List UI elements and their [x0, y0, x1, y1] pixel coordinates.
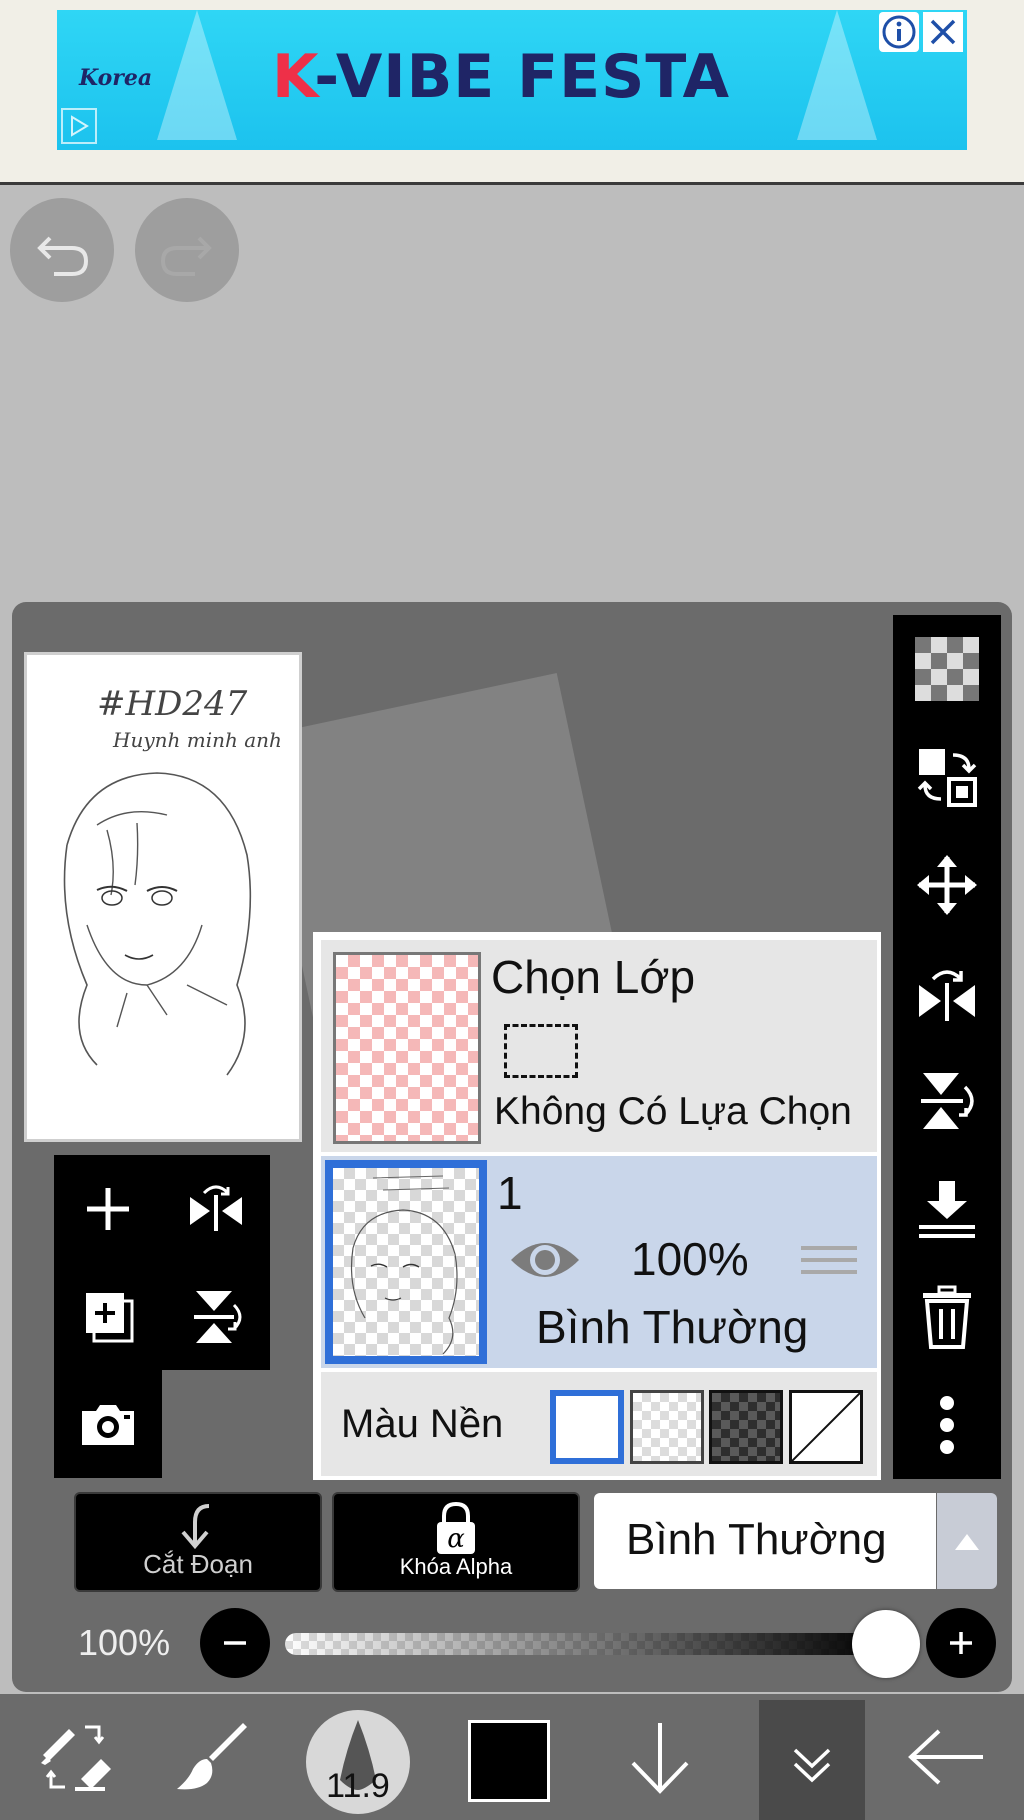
- plus-icon: [950, 1632, 972, 1654]
- alpha-lock-button[interactable]: α Khóa Alpha: [332, 1492, 580, 1592]
- selection-layer[interactable]: Chọn Lớp Không Có Lựa Chọn: [321, 940, 877, 1152]
- visibility-toggle[interactable]: [507, 1232, 583, 1288]
- merge-down-button[interactable]: [893, 1155, 1001, 1263]
- ad-logo: Korea: [79, 65, 153, 91]
- canvas-preview[interactable]: #HD247 Huynh minh anh: [24, 652, 302, 1142]
- redo-button[interactable]: [135, 198, 239, 302]
- lock-icon: α: [437, 1501, 475, 1554]
- undo-button[interactable]: [10, 198, 114, 302]
- add-layer-icon: [87, 1188, 129, 1230]
- background-white-option[interactable]: [550, 1390, 624, 1464]
- opacity-increase-button[interactable]: [926, 1608, 996, 1678]
- tool-switch-icon: [41, 1725, 111, 1791]
- ad-choices-icon[interactable]: [61, 108, 97, 144]
- clipping-button[interactable]: Cắt Đoạn: [74, 1492, 322, 1592]
- flip-vertical-icon: [194, 1291, 242, 1343]
- undo-icon: [37, 236, 89, 276]
- add-layer-copy-icon: [86, 1293, 134, 1343]
- eye-icon: [511, 1243, 579, 1277]
- ad-close-icon[interactable]: [923, 12, 963, 52]
- tool-switch-button[interactable]: [0, 1694, 150, 1820]
- blend-mode-dropdown-button[interactable]: [937, 1493, 997, 1589]
- layers-icon: [793, 1748, 831, 1783]
- ad-title: K-VIBE FESTA: [272, 42, 731, 112]
- trash-icon: [923, 1285, 971, 1349]
- flip-layer-horizontal-button[interactable]: [162, 1155, 270, 1263]
- background-none-option[interactable]: [789, 1390, 863, 1464]
- ad-light-beam: [797, 10, 877, 140]
- opacity-slider-thumb[interactable]: [852, 1610, 920, 1678]
- opacity-slider-track[interactable]: [285, 1633, 885, 1655]
- drag-handle-icon[interactable]: [801, 1246, 857, 1286]
- flip-vertical-icon: [921, 1073, 974, 1129]
- clipping-label: Cắt Đoạn: [143, 1549, 253, 1579]
- more-icon: [940, 1396, 954, 1454]
- background-transparent-option[interactable]: [630, 1390, 704, 1464]
- scroll-down-button[interactable]: [585, 1694, 735, 1820]
- layer-name: 1: [497, 1167, 523, 1219]
- blend-mode-select[interactable]: Bình Thường: [594, 1493, 936, 1589]
- redo-icon: [160, 236, 212, 276]
- sketch-drawing: #HD247 Huynh minh anh: [63, 684, 282, 1076]
- selection-layer-title: Chọn Lớp: [491, 951, 696, 1003]
- opacity-value: 100%: [78, 1622, 171, 1663]
- back-button[interactable]: [872, 1694, 1022, 1820]
- brush-tool-button[interactable]: [136, 1694, 286, 1820]
- minus-icon: [224, 1641, 246, 1645]
- layer-list: Chọn Lớp Không Có Lựa Chọn 1 100% Bình T…: [313, 932, 881, 1480]
- background-label: Màu Nền: [341, 1402, 504, 1446]
- import-photo-button[interactable]: [54, 1370, 162, 1478]
- layers-button[interactable]: [759, 1700, 865, 1820]
- checker-icon: [915, 637, 979, 701]
- right-toolbar: [893, 615, 1001, 1479]
- delete-layer-button[interactable]: [893, 1263, 1001, 1371]
- add-layer-button[interactable]: [54, 1155, 162, 1263]
- ad-info-icon[interactable]: [879, 12, 919, 52]
- background-color-row: Màu Nền: [321, 1372, 877, 1476]
- layer-item[interactable]: 1 100% Bình Thường: [321, 1156, 877, 1368]
- ad-banner[interactable]: Korea K-VIBE FESTA: [57, 10, 967, 150]
- svg-text:Huynh minh anh: Huynh minh anh: [112, 728, 282, 752]
- blend-mode-value: Bình Thường: [626, 1515, 887, 1564]
- selection-layer-thumbnail: [333, 952, 481, 1144]
- transfer-layer-button[interactable]: [893, 723, 1001, 831]
- flip-horizontal-button[interactable]: [893, 939, 1001, 1047]
- layer-tools: [54, 1155, 270, 1370]
- layer-thumbnail: [325, 1160, 487, 1364]
- back-arrow-icon: [908, 1729, 983, 1785]
- svg-text:#HD247: #HD247: [97, 684, 248, 724]
- svg-text:α: α: [447, 1524, 465, 1554]
- layer-tools-extra: [54, 1370, 162, 1478]
- brush-size-value: 11.9: [326, 1767, 390, 1805]
- down-arrow-icon: [631, 1723, 689, 1794]
- ad-area: Korea K-VIBE FESTA: [0, 0, 1024, 185]
- move-icon: [917, 855, 977, 915]
- opacity-decrease-button[interactable]: [200, 1608, 270, 1678]
- camera-icon: [82, 1405, 134, 1445]
- brush-size-button[interactable]: 11.9: [306, 1710, 410, 1814]
- transfer-icon: [917, 749, 977, 807]
- selection-status: Không Có Lựa Chọn: [494, 1090, 852, 1133]
- color-swatch[interactable]: [468, 1720, 550, 1802]
- layer-blend-mode: Bình Thường: [536, 1301, 809, 1353]
- more-options-button[interactable]: [893, 1371, 1001, 1479]
- new-transparent-layer-button[interactable]: [893, 615, 1001, 723]
- selection-marquee-icon: [504, 1024, 578, 1078]
- move-layer-button[interactable]: [893, 831, 1001, 939]
- layer-opacity: 100%: [631, 1233, 749, 1285]
- flip-layer-vertical-button[interactable]: [162, 1263, 270, 1371]
- flip-horizontal-icon: [190, 1185, 242, 1231]
- ad-light-beam: [157, 10, 237, 140]
- clipping-icon: [181, 1504, 210, 1550]
- flip-vertical-button[interactable]: [893, 1047, 1001, 1155]
- alpha-lock-label: Khóa Alpha: [399, 1554, 513, 1579]
- merge-down-icon: [919, 1181, 975, 1238]
- brush-icon: [177, 1723, 247, 1790]
- chevron-up-icon: [955, 1534, 979, 1550]
- duplicate-layer-button[interactable]: [54, 1263, 162, 1371]
- background-dark-option[interactable]: [709, 1390, 783, 1464]
- flip-horizontal-icon: [919, 970, 975, 1021]
